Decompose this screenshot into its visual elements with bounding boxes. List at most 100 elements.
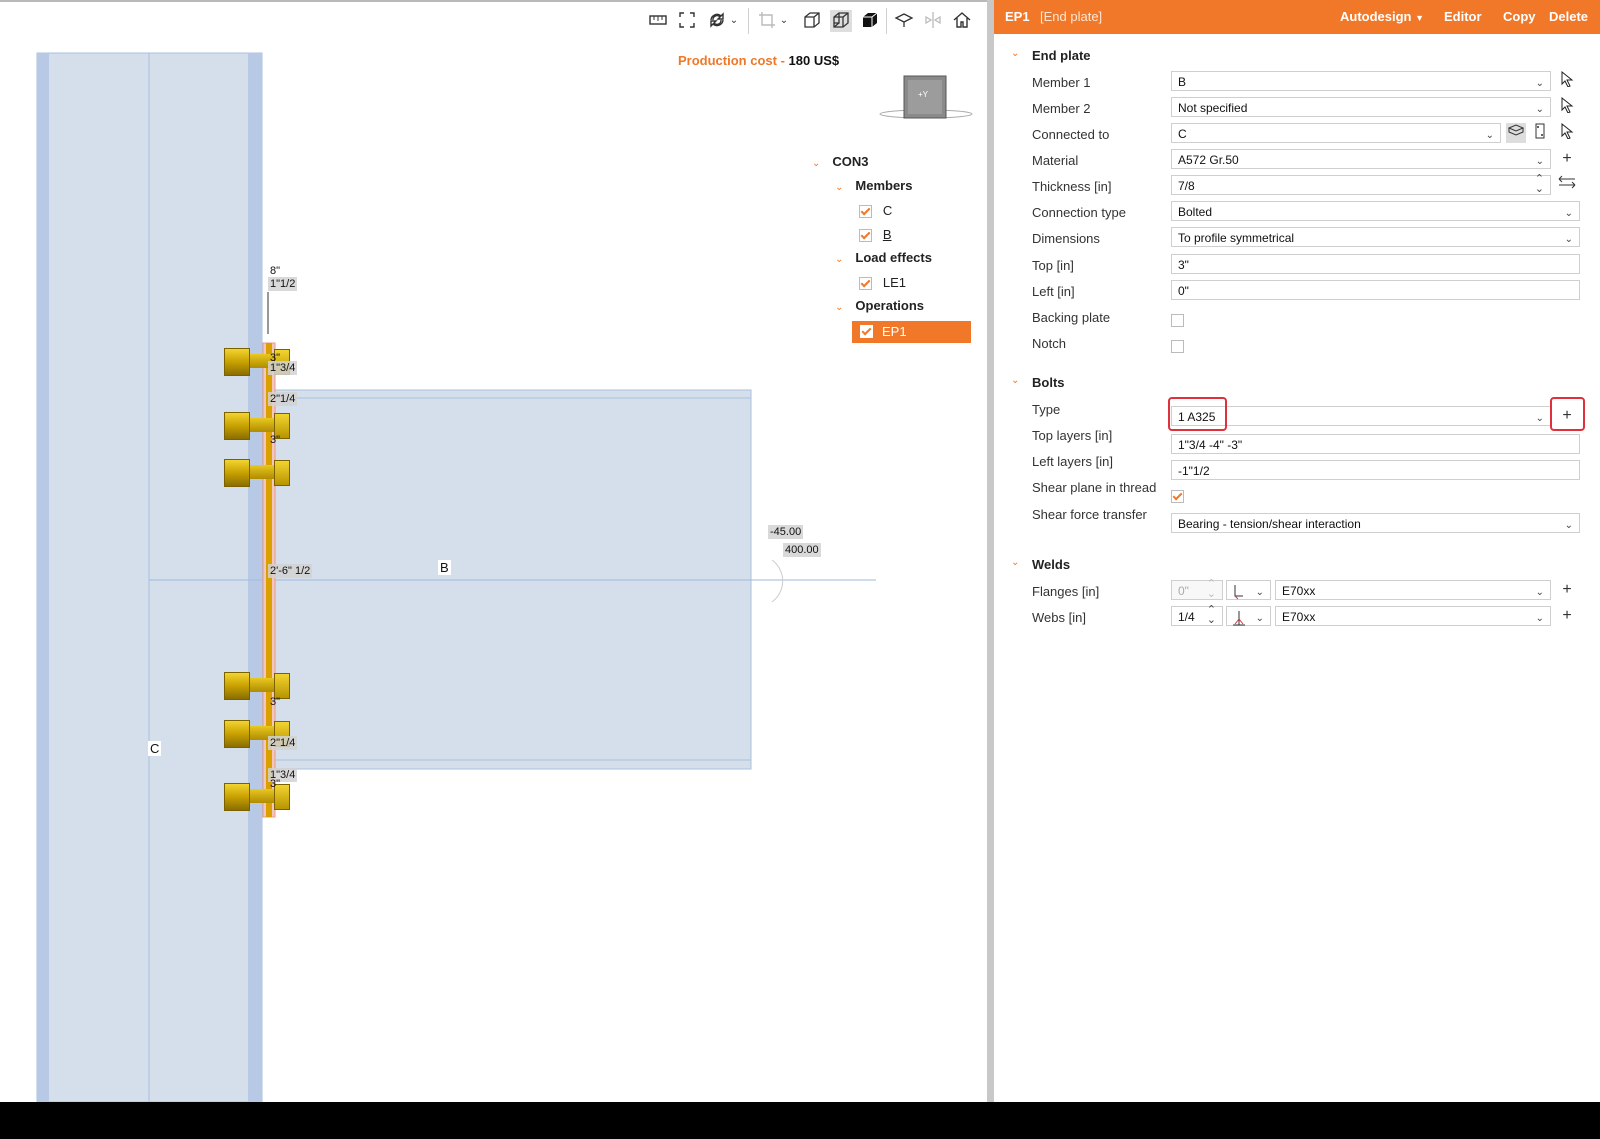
chevron-down-icon: ⌄ (1564, 234, 1573, 245)
spinner-icon[interactable]: ⌃ ⌄ (1535, 174, 1544, 195)
panel-splitter[interactable] (987, 0, 994, 1102)
chevron-down-icon[interactable]: ⌄ (835, 182, 843, 193)
material-select[interactable]: A572 Gr.50 ⌄ (1171, 149, 1551, 169)
shear-transfer-select[interactable]: Bearing - tension/shear interaction ⌄ (1171, 513, 1580, 533)
plate-icon[interactable] (1530, 123, 1550, 143)
chevron-down-icon: ⌄ (1535, 78, 1544, 89)
chevron-down-icon: ⌄ (1485, 130, 1494, 141)
shear-transfer-label: Shear force transfer (1032, 507, 1147, 522)
surface-icon[interactable] (1506, 123, 1526, 143)
shear-transfer-value: Bearing - tension/shear interaction (1178, 517, 1361, 531)
connection-type-value: Bolted (1178, 205, 1213, 219)
tree-load-effect-label: LE1 (882, 275, 906, 290)
delete-button[interactable]: Delete (1549, 9, 1588, 24)
chevron-down-icon[interactable]: ⌄ (1011, 375, 1019, 386)
bolt-type-select[interactable]: 1 A325 ⌄ (1171, 406, 1551, 426)
tree-item-member-c[interactable]: C (859, 200, 892, 222)
chevron-down-icon: ⌄ (1535, 413, 1544, 424)
panel-header: EP1 [End plate] Autodesign ▼ Editor Copy… (994, 0, 1600, 34)
checkbox[interactable] (860, 325, 873, 338)
member2-label: Member 2 (1032, 101, 1091, 116)
member2-select[interactable]: Not specified ⌄ (1171, 97, 1551, 117)
dimension-label: 2'-6" 1/2 (268, 564, 313, 578)
copy-button[interactable]: Copy (1503, 9, 1536, 24)
tree-item-con3[interactable]: ⌄ CON3 (812, 151, 869, 173)
tree-item-member-b[interactable]: B (859, 224, 892, 246)
section-end-plate[interactable]: End plate (1032, 48, 1091, 63)
chevron-down-icon[interactable]: ⌄ (835, 254, 843, 265)
webs-input[interactable]: 1/4 ⌃ ⌄ (1171, 605, 1223, 626)
member-label-column[interactable]: C (148, 741, 162, 756)
pick-cursor-icon[interactable] (1557, 96, 1577, 117)
chevron-down-icon: ⌄ (1255, 613, 1264, 624)
notch-checkbox[interactable] (1171, 340, 1184, 353)
member1-value: B (1178, 75, 1187, 89)
flanges-input[interactable]: 0" ⌃ ⌄ (1171, 579, 1223, 600)
top-input[interactable]: 3" (1171, 254, 1580, 274)
shear-plane-checkbox[interactable] (1171, 490, 1184, 503)
checkbox[interactable] (859, 229, 872, 243)
connected-to-select[interactable]: C ⌄ (1171, 123, 1501, 143)
plus-icon[interactable]: + (1557, 580, 1577, 600)
thickness-input[interactable]: 7/8 ⌃ ⌄ (1171, 174, 1551, 195)
member-label-beam[interactable]: B (438, 560, 451, 575)
caret-down-icon: ▼ (1415, 13, 1425, 23)
pick-cursor-icon[interactable] (1557, 70, 1577, 91)
chevron-down-icon: ⌄ (1535, 613, 1544, 624)
swap-icon[interactable] (1557, 175, 1577, 195)
webs-material-select[interactable]: E70xx ⌄ (1275, 606, 1551, 626)
left-layers-value: -1"1/2 (1178, 464, 1210, 478)
3d-viewport[interactable]: ⌄ ⌄ Production cost - 180 US$ +Y 8" 1"1/… (0, 0, 987, 1102)
editor-button[interactable]: Editor (1444, 9, 1482, 24)
plus-icon[interactable]: + (1557, 606, 1577, 626)
spinner-icon[interactable]: ⌃ ⌄ (1207, 579, 1216, 600)
backing-plate-checkbox[interactable] (1171, 314, 1184, 327)
bolt (224, 410, 292, 440)
tree-members-label: Members (855, 178, 913, 193)
highlight-box (1168, 397, 1227, 431)
webs-material-value: E70xx (1282, 610, 1316, 624)
flanges-material-select[interactable]: E70xx ⌄ (1275, 580, 1551, 600)
properties-panel: EP1 [End plate] Autodesign ▼ Editor Copy… (994, 0, 1600, 1102)
dimensions-select[interactable]: To profile symmetrical ⌄ (1171, 227, 1580, 247)
material-value: A572 Gr.50 (1178, 153, 1239, 167)
checkbox[interactable] (859, 205, 872, 219)
chevron-down-icon: ⌄ (1535, 104, 1544, 115)
dimension-label: 1"1/2 (268, 277, 298, 291)
chevron-down-icon[interactable]: ⌄ (1011, 48, 1019, 59)
pick-cursor-icon[interactable] (1557, 122, 1577, 143)
webs-label: Webs [in] (1032, 610, 1086, 625)
spinner-icon[interactable]: ⌃ ⌄ (1207, 605, 1216, 626)
left-input[interactable]: 0" (1171, 280, 1580, 300)
bolt (224, 457, 292, 487)
tree-item-operations[interactable]: ⌄ Operations (835, 295, 924, 317)
webs-weld-type-select[interactable]: ⌄ (1226, 606, 1271, 626)
top-layers-input[interactable]: 1"3/4 -4" -3" (1171, 434, 1580, 454)
section-welds[interactable]: Welds (1032, 557, 1070, 572)
bottom-black-bar (0, 1102, 1600, 1139)
tree-load-effects-label: Load effects (855, 250, 932, 265)
plus-icon[interactable]: + (1557, 149, 1577, 169)
member2-value: Not specified (1178, 101, 1248, 115)
connected-to-value: C (1178, 127, 1187, 141)
tree-item-load-effects[interactable]: ⌄ Load effects (835, 247, 932, 269)
chevron-down-icon: ⌄ (1535, 156, 1544, 167)
flanges-weld-type-select[interactable]: ⌄ (1226, 580, 1271, 600)
member1-select[interactable]: B ⌄ (1171, 71, 1551, 91)
section-bolts[interactable]: Bolts (1032, 375, 1065, 390)
chevron-down-icon[interactable]: ⌄ (812, 158, 820, 169)
tree-item-le1[interactable]: LE1 (859, 272, 906, 294)
connection-type-select[interactable]: Bolted ⌄ (1171, 201, 1580, 221)
operation-name: EP1 (1005, 9, 1030, 24)
top-layers-label: Top layers [in] (1032, 428, 1113, 443)
fillet-weld-icon (1234, 584, 1243, 600)
chevron-down-icon: ⌄ (1255, 587, 1264, 598)
flanges-value: 0" (1178, 584, 1189, 598)
checkbox[interactable] (859, 277, 872, 291)
tree-item-members[interactable]: ⌄ Members (835, 175, 912, 197)
tree-item-ep1[interactable]: EP1 (852, 321, 971, 343)
chevron-down-icon[interactable]: ⌄ (1011, 557, 1019, 568)
autodesign-button[interactable]: Autodesign ▼ (1340, 9, 1424, 24)
chevron-down-icon[interactable]: ⌄ (835, 302, 843, 313)
left-layers-input[interactable]: -1"1/2 (1171, 460, 1580, 480)
